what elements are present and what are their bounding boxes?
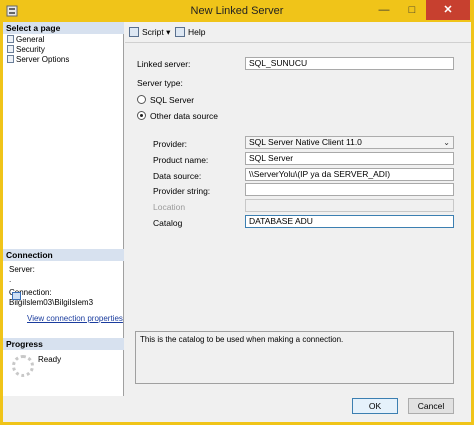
left-panel: Select a page General Security Server Op… (3, 22, 124, 396)
connection-properties-icon (12, 292, 21, 300)
location-label: Location (153, 202, 186, 212)
server-label: Server: (9, 265, 35, 274)
server-value: . (9, 275, 12, 284)
chevron-down-icon: ⌄ (443, 138, 450, 147)
progress-header: Progress (3, 338, 124, 350)
page-icon (7, 55, 14, 63)
ok-button[interactable]: OK (352, 398, 398, 414)
page-item-label: Server Options (16, 55, 70, 64)
data-source-input[interactable]: \\ServerYolu\(IP ya da SERVER_ADI) (245, 168, 454, 181)
provider-string-label: Provider string: (153, 186, 211, 196)
provider-string-input[interactable] (245, 183, 454, 196)
help-label: Help (188, 27, 206, 37)
provider-label: Provider: (153, 139, 188, 149)
product-name-label: Product name: (153, 155, 209, 165)
chevron-down-icon: ▾ (166, 27, 171, 37)
server-type-label: Server type: (137, 78, 183, 88)
linked-server-input[interactable]: SQL_SUNUCU (245, 57, 454, 70)
script-label: Script (142, 27, 164, 37)
page-item-server-options[interactable]: Server Options (7, 55, 69, 65)
sql-server-radio[interactable] (137, 95, 146, 104)
data-source-label: Data source: (153, 171, 202, 181)
script-icon (129, 27, 139, 37)
linked-server-label: Linked server: (137, 59, 191, 69)
view-connection-properties-link[interactable]: View connection properties (27, 314, 123, 323)
page-item-general[interactable]: General (7, 35, 44, 45)
select-page-header: Select a page (3, 22, 124, 34)
progress-status: Ready (38, 355, 62, 364)
provider-selected-value: SQL Server Native Client 11.0 (249, 137, 362, 147)
page-item-label: Security (16, 45, 45, 54)
connection-value: BilgiIslem03\BilgiIslem3 (9, 298, 94, 307)
maximize-button[interactable]: □ (398, 0, 426, 20)
help-button[interactable]: Help (175, 27, 205, 37)
page-item-security[interactable]: Security (7, 45, 45, 55)
help-icon (175, 27, 185, 37)
other-data-source-radio[interactable] (137, 111, 146, 120)
toolbar: Script ▾ Help (125, 22, 471, 43)
catalog-input[interactable]: DATABASE ADU (245, 215, 454, 228)
product-name-input[interactable]: SQL Server (245, 152, 454, 165)
catalog-label: Catalog (153, 218, 183, 228)
description-panel: This is the catalog to be used when maki… (135, 331, 454, 384)
minimize-button[interactable]: — (370, 0, 398, 20)
script-button[interactable]: Script ▾ (129, 27, 170, 38)
location-input (245, 199, 454, 212)
provider-select[interactable]: SQL Server Native Client 11.0 ⌄ (245, 136, 454, 149)
progress-spinner-icon (12, 355, 34, 377)
other-data-source-option-label: Other data source (150, 111, 219, 121)
page-item-label: General (16, 35, 45, 44)
cancel-button[interactable]: Cancel (408, 398, 454, 414)
sql-server-option-label: SQL Server (150, 95, 195, 105)
page-icon (7, 45, 14, 53)
page-icon (7, 35, 14, 43)
close-button[interactable]: ✕ (426, 0, 470, 20)
connection-header: Connection (3, 249, 124, 261)
title-bar: New Linked Server — □ ✕ (0, 0, 474, 22)
